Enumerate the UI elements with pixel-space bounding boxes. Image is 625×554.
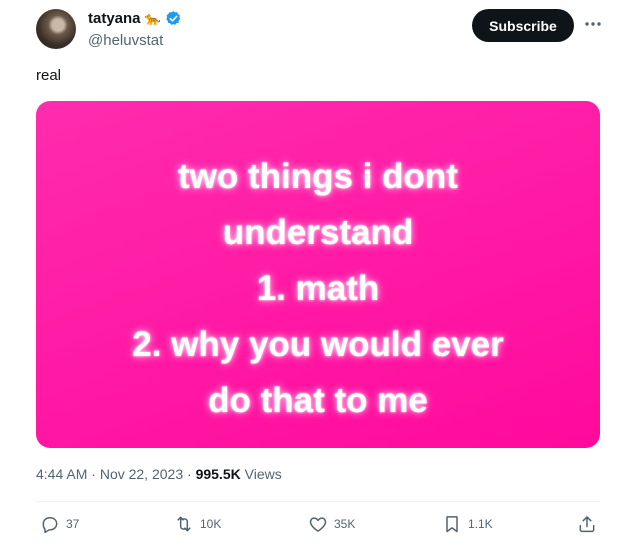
tweet-text: real xyxy=(36,67,62,84)
repost-count: 10K xyxy=(200,517,222,531)
repost-icon xyxy=(177,516,191,532)
reply-count: 37 xyxy=(66,517,80,531)
image-text-line: 2. why you would ever xyxy=(132,325,504,364)
display-name[interactable]: tatyana xyxy=(88,10,141,27)
like-count: 35K xyxy=(334,517,356,531)
views-label: Views xyxy=(244,466,282,482)
bookmark-icon xyxy=(446,516,458,533)
like-button[interactable]: 35K xyxy=(308,514,355,534)
image-text-line: 1. math xyxy=(256,269,380,308)
leopard-emoji: 🐆 xyxy=(144,11,161,26)
reply-button[interactable]: 37 xyxy=(40,514,79,534)
tweet-date[interactable]: Nov 22, 2023 xyxy=(100,466,183,482)
tweet-time[interactable]: 4:44 AM xyxy=(36,466,87,482)
tweet-meta: 4:44 AM · Nov 22, 2023 · 995.5K Views xyxy=(36,466,282,482)
heart-icon xyxy=(309,517,327,532)
reply-icon xyxy=(42,517,58,534)
tweet-image[interactable]: two things i dont understand 1. math 2. … xyxy=(36,101,600,448)
subscribe-button[interactable]: Subscribe xyxy=(472,9,574,42)
image-text-line: do that to me xyxy=(208,381,428,420)
more-options-icon[interactable] xyxy=(583,14,603,34)
repost-button[interactable]: 10K xyxy=(174,514,221,534)
author-handle[interactable]: @heluvstat xyxy=(88,32,163,49)
image-text-line: understand xyxy=(222,213,414,252)
share-icon[interactable] xyxy=(577,514,597,534)
bookmark-button[interactable]: 1.1K xyxy=(442,514,493,534)
image-text-line: two things i dont xyxy=(178,157,458,196)
separator-dot: · xyxy=(187,466,192,482)
image-text: two things i dont understand 1. math 2. … xyxy=(36,149,600,429)
verified-badge-icon[interactable] xyxy=(165,10,182,27)
bookmark-count: 1.1K xyxy=(468,517,493,531)
divider xyxy=(36,501,600,502)
author-name-row: tatyana 🐆 xyxy=(88,10,182,27)
avatar[interactable] xyxy=(36,9,76,49)
views-count: 995.5K xyxy=(195,466,241,482)
separator-dot: · xyxy=(91,466,96,482)
